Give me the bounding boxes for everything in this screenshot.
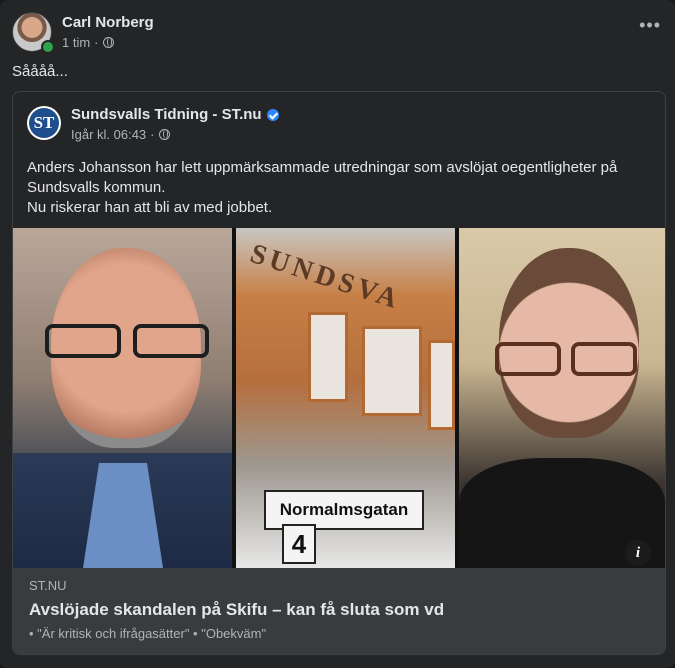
- shared-text-line: Anders Johansson har lett uppmärksammade…: [27, 159, 618, 176]
- page-name-row: Sundsvalls Tidning - ST.nu: [71, 106, 279, 123]
- facebook-post: Carl Norberg 1 tim · ••• Såååå... ST Sun…: [0, 0, 675, 668]
- meta-separator: ·: [94, 35, 99, 50]
- building-window: [428, 340, 455, 430]
- glasses-right-lens: [133, 324, 209, 358]
- info-icon[interactable]: i: [625, 540, 651, 566]
- post-time[interactable]: 1 tim: [62, 35, 90, 50]
- link-subtitle: • "Är kritisk och ifrågasätter" • "Obekv…: [29, 626, 267, 641]
- globe-icon[interactable]: [158, 129, 170, 140]
- online-status-icon: [41, 40, 55, 54]
- link-preview-footer[interactable]: ST.NU Avslöjade skandalen på Skifu – kan…: [13, 568, 665, 654]
- post-meta: 1 tim ·: [62, 35, 114, 50]
- link-preview-image[interactable]: SUNDSVA Normalmsgatan 4 i: [13, 228, 665, 568]
- glasses-right-lens: [571, 342, 637, 376]
- man-shirt: [13, 453, 232, 568]
- shared-post-text: Anders Johansson har lett uppmärksammade…: [27, 158, 647, 218]
- house-number-sign: 4: [282, 524, 316, 564]
- more-options-icon[interactable]: •••: [639, 16, 661, 34]
- globe-icon[interactable]: [102, 37, 114, 48]
- building-photo: SUNDSVA Normalmsgatan 4: [236, 228, 455, 568]
- building-window: [308, 312, 348, 402]
- shared-post-meta: Igår kl. 06:43 ·: [71, 127, 170, 142]
- page-logo[interactable]: ST: [27, 106, 61, 140]
- shared-post-header: ST Sundsvalls Tidning - ST.nu Igår kl. 0…: [27, 104, 647, 144]
- glasses-left-lens: [495, 342, 561, 376]
- author-name[interactable]: Carl Norberg: [62, 14, 154, 31]
- meta-separator: ·: [150, 127, 155, 142]
- shared-text-line: Nu riskerar han att bli av med jobbet.: [27, 199, 273, 216]
- page-name[interactable]: Sundsvalls Tidning - ST.nu: [71, 106, 262, 123]
- glasses-left-lens: [45, 324, 121, 358]
- building-window: [362, 326, 422, 416]
- post-header: Carl Norberg 1 tim · •••: [12, 10, 663, 54]
- link-domain: ST.NU: [29, 578, 67, 593]
- shared-post-time[interactable]: Igår kl. 06:43: [71, 127, 146, 142]
- post-text: Såååå...: [12, 63, 68, 80]
- shared-post[interactable]: ST Sundsvalls Tidning - ST.nu Igår kl. 0…: [12, 91, 666, 655]
- portrait-woman: [459, 228, 665, 568]
- shared-text-line: Sundsvalls kommun.: [27, 179, 166, 196]
- verified-badge-icon: [266, 108, 279, 121]
- link-title[interactable]: Avslöjade skandalen på Skifu – kan få sl…: [29, 600, 444, 620]
- portrait-man: [13, 228, 232, 568]
- page-logo-text: ST: [29, 108, 59, 138]
